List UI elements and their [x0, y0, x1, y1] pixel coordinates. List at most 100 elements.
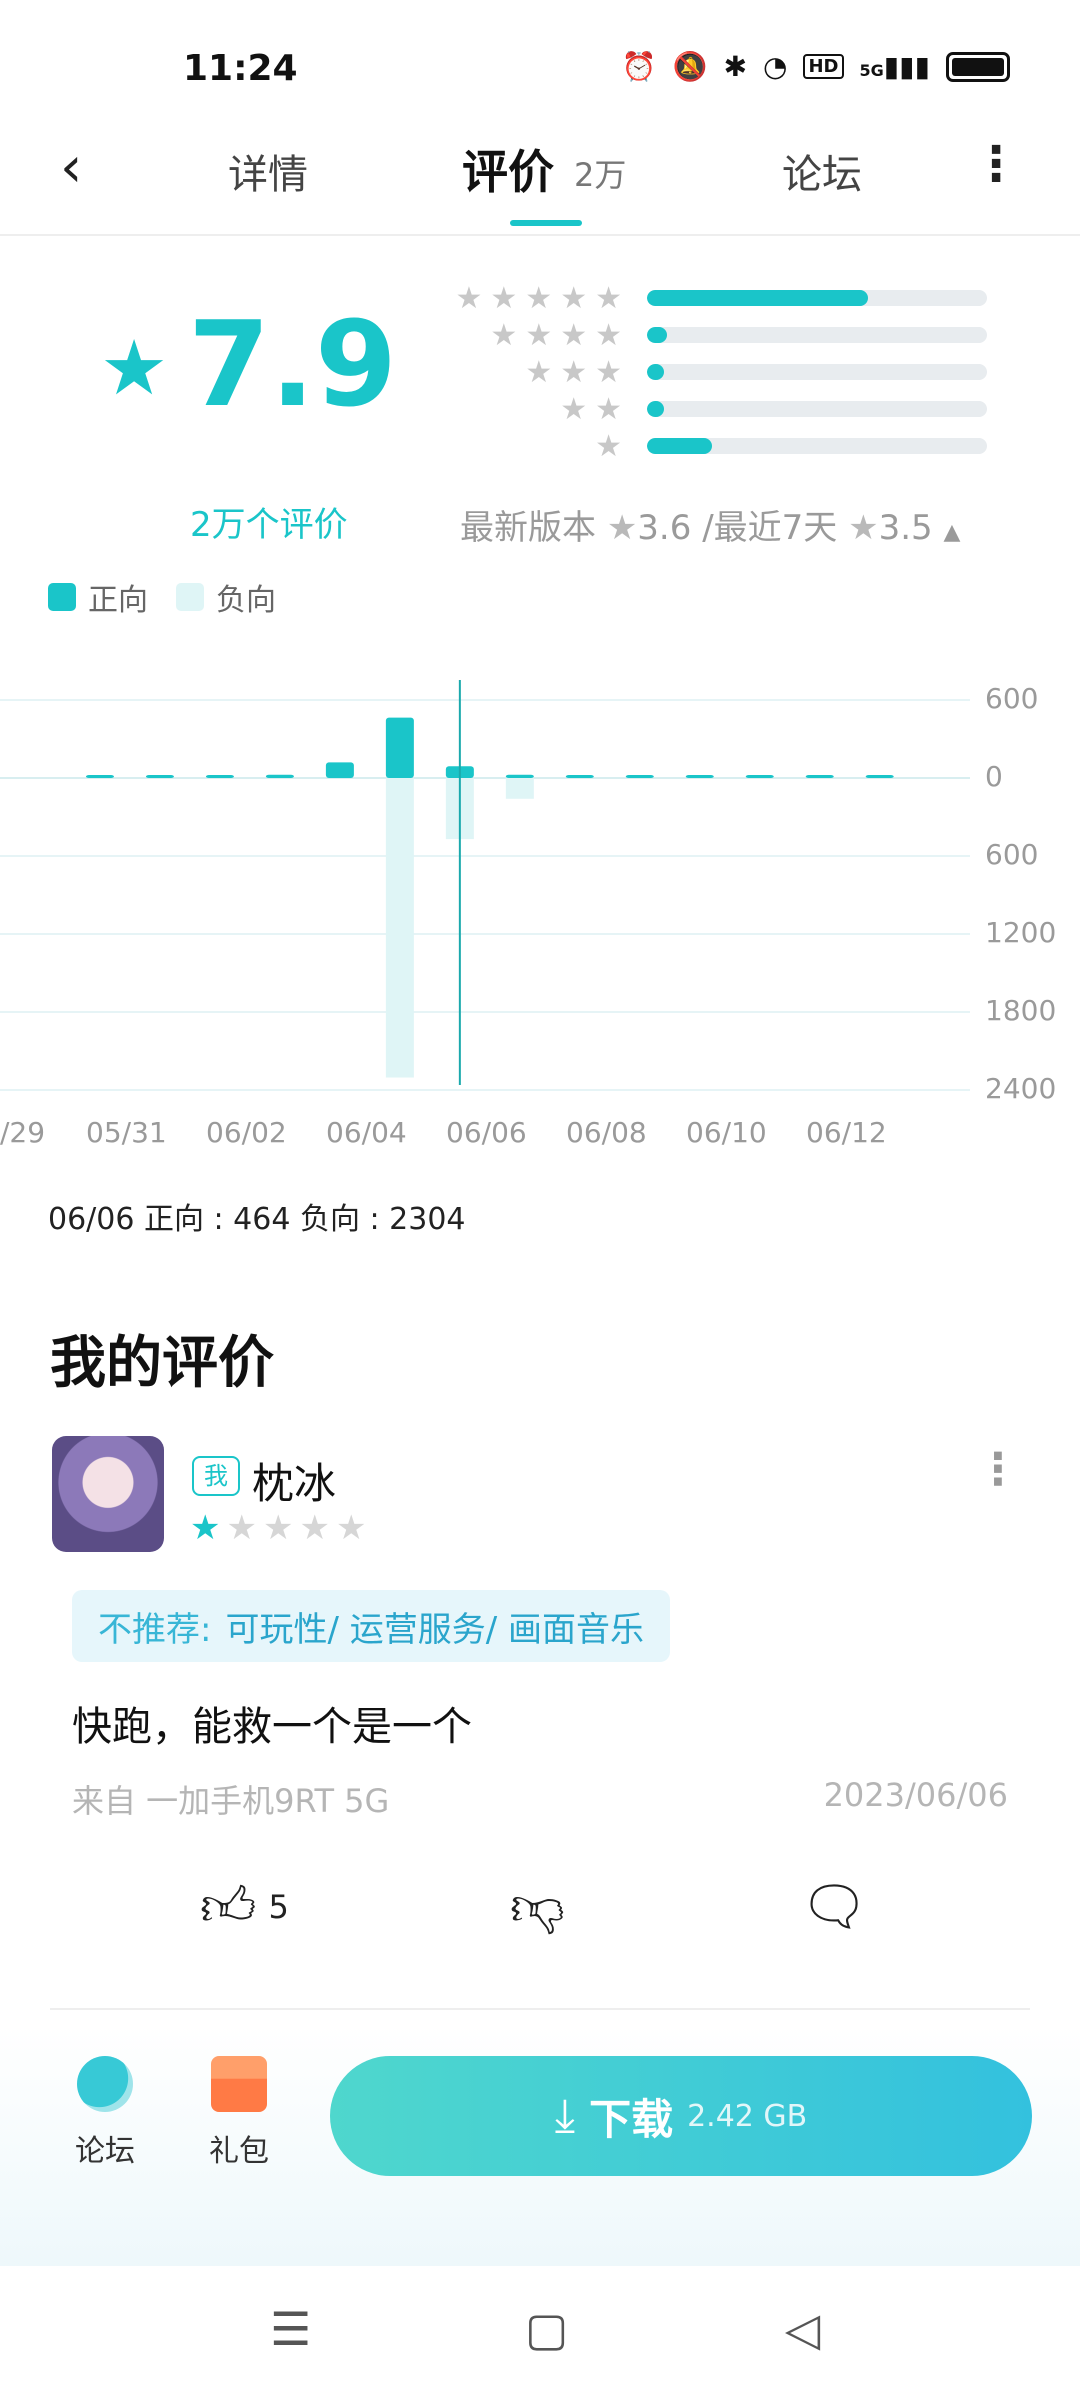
tab-forum[interactable]: 论坛: [782, 142, 862, 200]
dist-row-1: ★: [432, 428, 992, 465]
comment-icon: 🗨︎: [800, 1875, 869, 1938]
star-icon: ★: [606, 508, 638, 548]
chart-svg: [0, 680, 970, 1091]
positive-bar[interactable]: [385, 717, 414, 778]
avatar[interactable]: [52, 1436, 164, 1552]
x-tick-label: 06/08: [566, 1116, 647, 1149]
star-empty-icon: ★: [226, 1508, 263, 1548]
y-tick-label: 600: [985, 838, 1039, 871]
bluetooth-icon: ✱: [723, 50, 748, 83]
gift-button[interactable]: 礼包: [184, 2056, 294, 2170]
rating-distribution: ★★★★★ ★★★★ ★★★ ★★ ★: [432, 280, 992, 465]
battery-icon: [946, 51, 1010, 82]
download-icon: ⤓: [554, 2088, 576, 2142]
star-empty-icon: ★: [299, 1508, 336, 1548]
dist-row-4: ★★★★: [432, 317, 992, 354]
username: 枕冰: [252, 1459, 337, 1508]
recent-label: /最近7天: [702, 508, 838, 548]
review-menu-icon[interactable]: ⋮: [976, 1448, 1020, 1492]
not-recommend-tags: 不推荐: 可玩性/ 运营服务/ 画面音乐: [72, 1590, 670, 1662]
home-icon[interactable]: ▢: [525, 2306, 568, 2352]
tags-text: 可玩性/ 运营服务/ 画面音乐: [225, 1609, 644, 1650]
review-trend-chart[interactable]: [0, 680, 1080, 1160]
y-tick-label: 1200: [985, 916, 1057, 949]
review-actions: 👍︎ 5 👎︎ 🗨︎: [0, 1880, 1080, 1960]
divider: [50, 2008, 1030, 2010]
review-text: 快跑，能救一个是一个: [72, 1704, 472, 1750]
x-tick-label: 06/12: [806, 1116, 887, 1149]
review-date: 2023/06/06: [823, 1776, 1008, 1814]
dist-bar-4: [647, 327, 668, 343]
positive-bar[interactable]: [745, 775, 774, 778]
score-star-icon: ★: [100, 323, 169, 412]
mute-icon: 🔕: [672, 50, 708, 83]
menu-icon[interactable]: ☰: [270, 2306, 311, 2352]
y-tick-label: 1800: [985, 994, 1057, 1027]
positive-bar[interactable]: [565, 775, 594, 778]
positive-bar[interactable]: [205, 775, 234, 778]
thumbs-up-icon: 👍︎: [200, 1875, 257, 1938]
positive-bar[interactable]: [625, 775, 654, 778]
comment-button[interactable]: 🗨︎: [800, 1880, 869, 1934]
tab-detail[interactable]: 详情: [228, 142, 308, 200]
5g-signal-icon: 5G▮▮▮: [859, 50, 931, 83]
bottom-action-bar: 论坛 礼包 ⤓ 下载 2.42 GB: [0, 2026, 1080, 2266]
tab-review[interactable]: 评价: [462, 136, 554, 202]
version-score: 3.6: [637, 508, 692, 548]
positive-bar[interactable]: [865, 775, 894, 778]
x-tick-label: 06/10: [686, 1116, 767, 1149]
forum-button[interactable]: 论坛: [50, 2056, 160, 2170]
positive-bar[interactable]: [145, 775, 174, 778]
forum-icon: [77, 2056, 133, 2112]
back-triangle-icon[interactable]: ◁: [785, 2306, 820, 2352]
more-icon[interactable]: ⋮: [972, 140, 1020, 188]
download-button[interactable]: ⤓ 下载 2.42 GB: [330, 2056, 1032, 2176]
stars-icon: ★★★★: [490, 318, 630, 353]
dislike-button[interactable]: 👎︎: [510, 1880, 565, 1934]
my-review-title: 我的评价: [50, 1331, 274, 1396]
stars-icon: ★★★★★: [455, 281, 630, 316]
tags-label: 不推荐:: [98, 1609, 212, 1650]
user-rating-stars: ★★★★★: [190, 1508, 372, 1548]
x-tick-label: 06/06: [446, 1116, 527, 1149]
version-label: 最新版本: [460, 508, 596, 548]
dist-row-2: ★★: [432, 391, 992, 428]
status-icons: ⏰ 🔕 ✱ ◔ HD 5G▮▮▮: [622, 50, 1010, 83]
positive-bar[interactable]: [505, 774, 534, 778]
like-button[interactable]: 👍︎ 5: [200, 1880, 289, 1934]
stars-icon: ★★★: [525, 355, 630, 390]
legend-negative: 负向: [216, 583, 276, 618]
wifi-icon: ◔: [763, 50, 788, 83]
positive-bar[interactable]: [265, 774, 294, 778]
chart-legend: 正向 负向: [48, 575, 276, 619]
download-size: 2.42 GB: [687, 2098, 808, 2134]
back-icon[interactable]: ‹: [60, 140, 82, 196]
status-time: 11:24: [183, 48, 298, 89]
gift-label: 礼包: [209, 2134, 269, 2169]
positive-bar[interactable]: [685, 775, 714, 778]
version-score-line[interactable]: 最新版本 ★3.6 /最近7天 ★3.5 ▲: [460, 500, 960, 549]
recent-score: 3.5: [878, 508, 933, 548]
thumbs-down-icon: 👎︎: [510, 1875, 565, 1938]
star-icon: ★: [848, 508, 879, 548]
star-empty-icon: ★: [262, 1508, 300, 1548]
dist-row-5: ★★★★★: [432, 280, 992, 317]
negative-bar[interactable]: [505, 778, 534, 799]
positive-bar[interactable]: [85, 775, 114, 778]
dist-bar-5: [647, 290, 868, 306]
status-bar: 11:24 ⏰ 🔕 ✱ ◔ HD 5G▮▮▮: [0, 0, 1080, 130]
positive-bar[interactable]: [805, 775, 834, 778]
me-badge: 我: [192, 1456, 240, 1496]
review-device: 来自 一加手机9RT 5G: [72, 1782, 390, 1820]
negative-bar[interactable]: [385, 778, 414, 1078]
header-tabs: ‹ 详情 评价 2万 论坛 ⋮: [0, 120, 1080, 236]
x-tick-label: /29: [0, 1116, 46, 1149]
stars-icon: ★★: [560, 392, 630, 427]
overall-score: 7.9: [188, 295, 398, 433]
positive-bar[interactable]: [325, 762, 354, 778]
stars-icon: ★: [595, 429, 630, 464]
positive-swatch: [48, 583, 76, 611]
x-tick-label: 06/04: [326, 1116, 407, 1149]
legend-positive: 正向: [88, 583, 148, 618]
star-filled-icon: ★: [190, 1508, 227, 1548]
